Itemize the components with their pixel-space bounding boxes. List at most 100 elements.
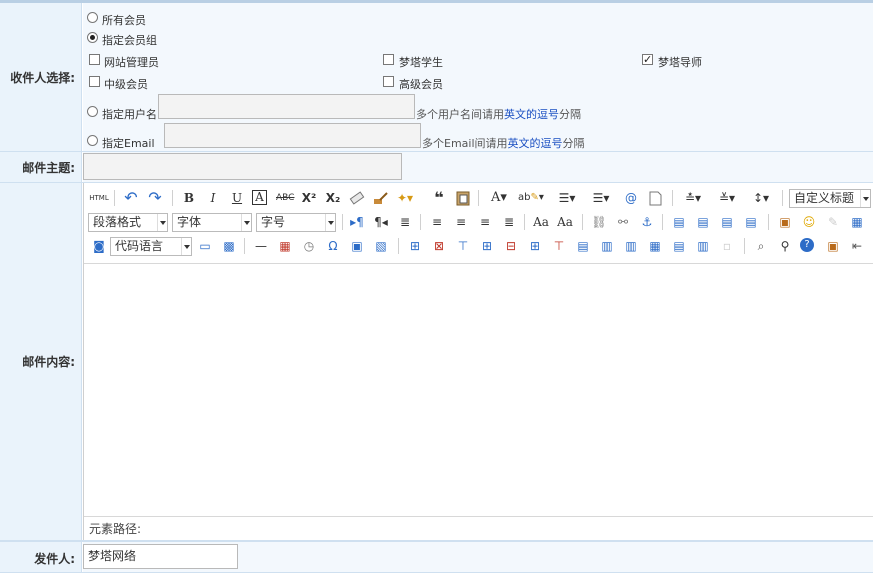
- blockquote-icon[interactable]: ❝: [430, 190, 448, 206]
- merge-down-icon[interactable]: ▥: [622, 238, 640, 254]
- help-icon[interactable]: ?: [800, 238, 814, 252]
- merge-cells-icon[interactable]: ▤: [574, 238, 592, 254]
- unordered-list-icon[interactable]: ☰▾: [588, 190, 614, 206]
- checkbox-group-senior[interactable]: [383, 76, 394, 87]
- redo-icon[interactable]: ↷: [146, 190, 164, 206]
- anchor-icon[interactable]: ⚓: [638, 214, 656, 230]
- align-left-icon[interactable]: ≡: [428, 214, 446, 230]
- highlight-color-icon[interactable]: ab✎▾: [518, 190, 544, 206]
- font-family-select[interactable]: 字体: [172, 213, 252, 232]
- radio-username[interactable]: [87, 106, 98, 117]
- clear-doc-icon[interactable]: [646, 190, 664, 206]
- indent-icon[interactable]: ≣: [396, 214, 414, 230]
- auto-format-icon[interactable]: ✦▾: [396, 190, 414, 206]
- separator: [172, 190, 173, 206]
- split-cols-icon[interactable]: ▥: [694, 238, 712, 254]
- image-float-right-icon[interactable]: ▤: [718, 214, 736, 230]
- ordered-list-icon[interactable]: ☰▾: [554, 190, 580, 206]
- delete-row-icon[interactable]: ⊟: [502, 238, 520, 254]
- split-cells-icon[interactable]: ▦: [646, 238, 664, 254]
- align-center-icon[interactable]: ≡: [452, 214, 470, 230]
- italic-icon[interactable]: I: [204, 190, 222, 206]
- format-painter-icon[interactable]: [372, 190, 390, 206]
- emotion-icon[interactable]: ☺: [800, 214, 818, 230]
- template-icon[interactable]: ▭: [196, 238, 214, 254]
- search-replace-icon[interactable]: ⚲: [776, 238, 794, 254]
- select-all-icon[interactable]: @: [622, 190, 640, 206]
- toolbar-row-1: HTML ↶ ↷ B I U A ABC X² X₂ ✦▾ ❝ A▾ ab✎▾ …: [84, 186, 873, 210]
- custom-title-select[interactable]: 自定义标题: [789, 189, 871, 208]
- separator: [244, 238, 245, 254]
- image-icon[interactable]: ▣: [776, 214, 794, 230]
- delete-col-icon[interactable]: ⊤: [550, 238, 568, 254]
- separator: [582, 214, 583, 230]
- date-icon[interactable]: ▦: [276, 238, 294, 254]
- unlink-icon[interactable]: ⚯: [614, 214, 632, 230]
- image-float-none-icon[interactable]: ▤: [670, 214, 688, 230]
- align-justify-icon[interactable]: ≣: [500, 214, 518, 230]
- email-input[interactable]: [164, 123, 421, 148]
- group-mentor-label: 梦塔导师: [658, 56, 702, 69]
- row-spacing-bottom-icon[interactable]: ≚▾: [714, 190, 740, 206]
- line-height-icon[interactable]: ↕▾: [748, 190, 774, 206]
- map-icon[interactable]: ◙: [90, 238, 108, 254]
- eraser-icon[interactable]: [348, 190, 366, 206]
- font-border-icon[interactable]: A: [252, 190, 267, 205]
- delete-table-icon[interactable]: ⊠: [430, 238, 448, 254]
- insert-col-icon[interactable]: ⊞: [526, 238, 544, 254]
- strikethrough-icon[interactable]: ABC: [276, 190, 294, 206]
- print-icon[interactable]: ▫: [718, 238, 736, 254]
- merge-right-icon[interactable]: ▥: [598, 238, 616, 254]
- checkbox-group-intermediate[interactable]: [89, 76, 100, 87]
- username-input[interactable]: [158, 94, 415, 119]
- bold-icon[interactable]: B: [180, 190, 198, 206]
- sender-input[interactable]: 梦塔网络: [83, 544, 238, 569]
- align-right-icon[interactable]: ≡: [476, 214, 494, 230]
- word-image-icon[interactable]: ▧: [372, 238, 390, 254]
- image-float-left-icon[interactable]: ▤: [694, 214, 712, 230]
- separator: [782, 190, 783, 206]
- html-source-button[interactable]: HTML: [88, 190, 110, 206]
- image-center-icon[interactable]: ▤: [742, 214, 760, 230]
- radio-all-members[interactable]: [87, 12, 98, 23]
- paste-plain-icon[interactable]: [454, 190, 472, 206]
- group-senior-label: 高级会员: [399, 78, 443, 91]
- subscript-icon[interactable]: X₂: [324, 190, 342, 206]
- superscript-icon[interactable]: X²: [300, 190, 318, 206]
- link-icon[interactable]: ⛓: [590, 214, 608, 230]
- page-break-icon[interactable]: ⇤: [848, 238, 866, 254]
- time-icon[interactable]: ◷: [300, 238, 318, 254]
- uppercase-icon[interactable]: Aa: [532, 214, 550, 230]
- radio-email[interactable]: [87, 135, 98, 146]
- font-color-icon[interactable]: A▾: [486, 190, 512, 206]
- separator: [398, 238, 399, 254]
- insert-table-icon[interactable]: ⊞: [406, 238, 424, 254]
- insert-caption-icon[interactable]: ⊤: [454, 238, 472, 254]
- insert-row-icon[interactable]: ⊞: [478, 238, 496, 254]
- code-language-select[interactable]: 代码语言: [110, 237, 192, 256]
- radio-member-group[interactable]: [87, 32, 98, 43]
- checkbox-group-admin[interactable]: [89, 54, 100, 65]
- checkbox-group-mentor[interactable]: ✓: [642, 54, 653, 65]
- checkbox-group-student[interactable]: [383, 54, 394, 65]
- preview-icon[interactable]: ⌕: [752, 238, 770, 254]
- font-size-select[interactable]: 字号: [256, 213, 336, 232]
- special-char-icon[interactable]: Ω: [324, 238, 342, 254]
- row-spacing-top-icon[interactable]: ≛▾: [680, 190, 706, 206]
- underline-icon[interactable]: U: [228, 190, 246, 206]
- video-icon[interactable]: ▦: [848, 214, 866, 230]
- rtl-direction-icon[interactable]: ¶◂: [372, 214, 390, 230]
- insert-frame-icon[interactable]: ▣: [348, 238, 366, 254]
- paragraph-format-select[interactable]: 段落格式: [88, 213, 168, 232]
- scrawl-icon[interactable]: ✎: [824, 214, 842, 230]
- subject-input[interactable]: [83, 153, 402, 180]
- ltr-direction-icon[interactable]: ▸¶: [348, 214, 366, 230]
- lowercase-icon[interactable]: Aa: [556, 214, 574, 230]
- editor-content-area[interactable]: [84, 263, 873, 517]
- sender-row: 发件人: 梦塔网络: [0, 541, 873, 573]
- horizontal-rule-icon[interactable]: —: [252, 238, 270, 254]
- undo-icon[interactable]: ↶: [122, 190, 140, 206]
- split-rows-icon[interactable]: ▤: [670, 238, 688, 254]
- web-image-icon[interactable]: ▩: [220, 238, 238, 254]
- paste-word-icon[interactable]: ▣: [824, 238, 842, 254]
